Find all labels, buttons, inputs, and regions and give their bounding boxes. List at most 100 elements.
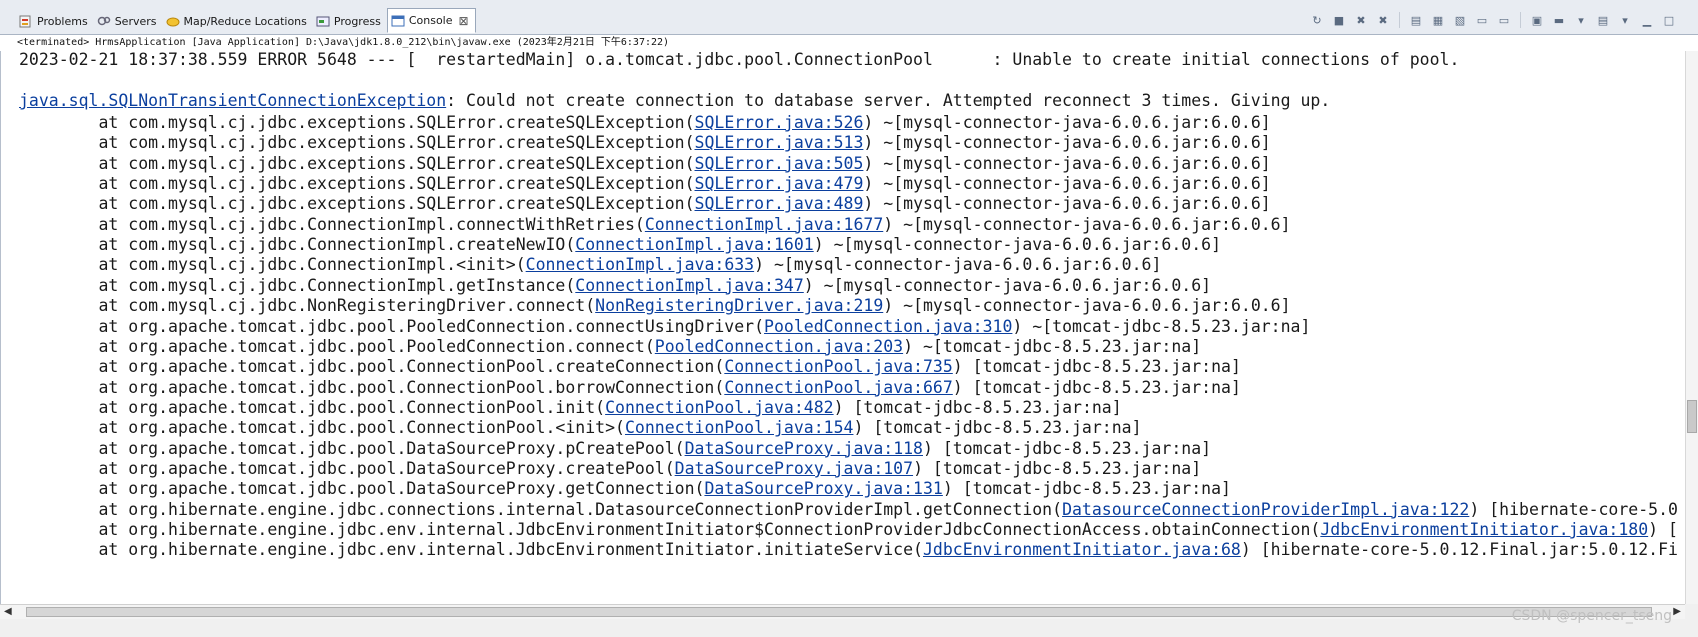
vertical-scroll-thumb[interactable] [1687, 400, 1697, 433]
source-link[interactable]: ConnectionImpl.java:1601 [575, 235, 813, 254]
source-link[interactable]: JdbcEnvironmentInitiator.java:68 [923, 540, 1241, 559]
stack-frame-line: at com.mysql.cj.jdbc.ConnectionImpl.getI… [19, 275, 1211, 297]
stack-frame-line: at com.mysql.cj.jdbc.exceptions.SQLError… [19, 112, 1270, 134]
stack-frame-line: at org.hibernate.engine.jdbc.connections… [19, 499, 1678, 521]
tab-problems[interactable]: Problems [16, 10, 94, 32]
stack-frame-method: at org.hibernate.engine.jdbc.env.interna… [19, 540, 923, 560]
remove-launch-icon[interactable]: ✖ [1352, 11, 1370, 29]
stack-frame-line: at org.apache.tomcat.jdbc.pool.DataSourc… [19, 458, 1201, 480]
horizontal-scrollbar[interactable]: ◀ ▶ [0, 604, 1685, 619]
source-link[interactable]: DataSourceProxy.java:131 [704, 479, 942, 498]
maximize-icon[interactable]: □ [1660, 11, 1678, 29]
scroll-right-icon[interactable]: ▶ [1673, 606, 1681, 617]
close-icon[interactable]: ⊠ [459, 14, 469, 28]
terminate-icon[interactable]: ■ [1330, 11, 1348, 29]
stack-frame-line: at com.mysql.cj.jdbc.ConnectionImpl.<ini… [19, 254, 1161, 276]
stack-frame-jar: ) ~[mysql-connector-java-6.0.6.jar:6.0.6… [803, 275, 1212, 295]
tab-progress[interactable]: Progress [313, 10, 387, 32]
tab-console[interactable]: Console ⊠ [386, 8, 476, 33]
map-reduce-icon [166, 14, 180, 28]
stack-frame-line: at org.hibernate.engine.jdbc.env.interna… [19, 539, 1678, 561]
stack-frame-jar: ) ~[mysql-connector-java-6.0.6.jar:6.0.6… [863, 133, 1271, 153]
terminate-relaunch-icon[interactable]: ↻ [1308, 11, 1326, 29]
stack-frame-line: at org.apache.tomcat.jdbc.pool.Connectio… [19, 377, 1241, 399]
stack-frame-line: at org.hibernate.engine.jdbc.env.interna… [19, 519, 1678, 541]
stack-frame-method: at com.mysql.cj.jdbc.ConnectionImpl.conn… [19, 214, 645, 234]
exception-link[interactable]: java.sql.SQLNonTransientConnectionExcept… [19, 91, 446, 110]
stack-frame-method: at com.mysql.cj.jdbc.exceptions.SQLError… [19, 133, 695, 153]
word-wrap-icon[interactable]: ▧ [1451, 11, 1469, 29]
show-on-stderr-icon[interactable]: ▭ [1495, 11, 1513, 29]
clear-console-icon[interactable]: ▤ [1407, 11, 1425, 29]
stack-frame-method: at org.hibernate.engine.jdbc.env.interna… [19, 520, 1321, 539]
stack-frame-method: at com.mysql.cj.jdbc.ConnectionImpl.crea… [19, 235, 576, 255]
source-link[interactable]: JdbcEnvironmentInitiator.java:180 [1320, 520, 1648, 539]
tab-problems-label: Problems [37, 14, 88, 28]
scroll-lock-icon[interactable]: ▦ [1429, 11, 1447, 29]
tab-console-label: Console [408, 14, 453, 27]
stack-frame-line: at com.mysql.cj.jdbc.exceptions.SQLError… [19, 132, 1271, 154]
tab-servers[interactable]: Servers [94, 10, 163, 32]
source-link[interactable]: ConnectionPool.java:735 [724, 357, 952, 376]
display-selected-console-icon[interactable]: ▬ [1550, 11, 1568, 29]
source-link[interactable]: PooledConnection.java:310 [764, 317, 1012, 336]
chevron-down-icon[interactable]: ▾ [1572, 11, 1590, 29]
stack-frame-line: at org.apache.tomcat.jdbc.pool.Connectio… [19, 417, 1142, 439]
stack-frame-method: at org.apache.tomcat.jdbc.pool.PooledCon… [19, 316, 765, 336]
stack-frame-method: at org.apache.tomcat.jdbc.pool.PooledCon… [19, 336, 655, 356]
stack-frame-line: at org.apache.tomcat.jdbc.pool.Connectio… [19, 397, 1121, 419]
source-link[interactable]: NonRegisteringDriver.java:219 [595, 296, 883, 315]
source-link[interactable]: ConnectionImpl.java:633 [526, 255, 754, 274]
source-link[interactable]: SQLError.java:479 [695, 174, 864, 193]
pin-console-icon[interactable]: ▣ [1528, 11, 1546, 29]
chevron-down-icon[interactable]: ▾ [1616, 11, 1634, 29]
source-link[interactable]: SQLError.java:526 [695, 113, 864, 132]
console-line-exception: java.sql.SQLNonTransientConnectionExcept… [19, 90, 1330, 112]
stack-frame-line: at com.mysql.cj.jdbc.exceptions.SQLError… [19, 173, 1270, 195]
remove-all-terminated-icon[interactable]: ✖ [1374, 11, 1392, 29]
scroll-left-icon[interactable]: ◀ [4, 606, 12, 617]
stack-frame-jar: ) ~[mysql-connector-java-6.0.6.jar:6.0.6… [883, 296, 1291, 316]
stack-frame-jar: ) ~[tomcat-jdbc-8.5.23.jar:na] [903, 336, 1202, 356]
source-link[interactable]: SQLError.java:513 [695, 133, 864, 152]
stack-frame-jar: ) ~[mysql-connector-java-6.0.6.jar:6.0.6… [863, 153, 1271, 173]
stack-frame-jar: ) [hibernate-core-5.0.12.Final.jar:5.0.1… [1240, 540, 1678, 560]
stack-frame-method: at com.mysql.cj.jdbc.exceptions.SQLError… [19, 113, 695, 132]
stack-frame-jar: ) [tomcat-jdbc-8.5.23.jar:na] [913, 458, 1202, 478]
minimize-icon[interactable]: ▁ [1638, 11, 1656, 29]
stack-frame-jar: ) [tomcat-jdbc-8.5.23.jar:na] [942, 479, 1231, 499]
horizontal-scroll-thumb[interactable] [26, 607, 1652, 617]
stack-frame-jar: ) [tomcat-jdbc-8.5.23.jar:na] [952, 377, 1241, 397]
source-link[interactable]: SQLError.java:505 [695, 154, 864, 173]
console-line-error: 2023-02-21 18:37:38.559 ERROR 5648 --- [… [19, 51, 1460, 69]
source-link[interactable]: SQLError.java:489 [695, 194, 864, 213]
source-link[interactable]: ConnectionImpl.java:347 [575, 276, 803, 295]
stack-frame-jar: ) [tomcat-jdbc-8.5.23.jar:na] [853, 418, 1142, 438]
tab-map-reduce-locations[interactable]: Map/Reduce Locations [163, 10, 313, 32]
source-link[interactable]: ConnectionPool.java:154 [625, 418, 853, 437]
source-link[interactable]: ConnectionPool.java:667 [724, 378, 952, 397]
source-link[interactable]: DataSourceProxy.java:107 [675, 459, 913, 478]
source-link[interactable]: ConnectionImpl.java:1677 [645, 215, 883, 234]
open-console-icon[interactable]: ▤ [1594, 11, 1612, 29]
vertical-scrollbar[interactable] [1685, 51, 1698, 604]
stack-frame-jar: ) ~[tomcat-jdbc-8.5.23.jar:na] [1012, 316, 1311, 336]
stack-frame-method: at org.apache.tomcat.jdbc.pool.Connectio… [19, 357, 725, 377]
source-link[interactable]: ConnectionPool.java:482 [605, 398, 833, 417]
launch-status: <terminated> HrmsApplication [Java Appli… [0, 35, 1698, 51]
console-output[interactable]: 2023-02-21 18:37:38.559 ERROR 5648 --- [… [0, 51, 1686, 604]
stack-frame-line: at org.apache.tomcat.jdbc.pool.DataSourc… [19, 478, 1231, 500]
stack-frame-jar: ) ~[mysql-connector-java-6.0.6.jar:6.0.6… [813, 235, 1222, 255]
source-link[interactable]: DataSourceProxy.java:118 [685, 439, 923, 458]
show-on-stdout-icon[interactable]: ▭ [1473, 11, 1491, 29]
stack-frame-jar: ) [tomcat-jdbc-8.5.23.jar:na] [923, 438, 1212, 458]
source-link[interactable]: DatasourceConnectionProviderImpl.java:12… [1062, 500, 1469, 519]
console-toolbar: ↻ ■ ✖ ✖ ▤ ▦ ▧ ▭ ▭ ▣ ▬ ▾ ▤ ▾ ▁ □ [1308, 11, 1678, 29]
stack-frame-method: at com.mysql.cj.jdbc.exceptions.SQLError… [19, 174, 695, 194]
stack-frame-method: at com.mysql.cj.jdbc.exceptions.SQLError… [19, 194, 695, 214]
source-link[interactable]: PooledConnection.java:203 [655, 337, 903, 356]
stack-frame-line: at com.mysql.cj.jdbc.NonRegisteringDrive… [19, 295, 1291, 317]
tab-servers-label: Servers [114, 14, 157, 28]
stack-frame-line: at com.mysql.cj.jdbc.ConnectionImpl.conn… [19, 214, 1290, 236]
watermark: CSDN @spencer_tseng [1511, 608, 1672, 624]
